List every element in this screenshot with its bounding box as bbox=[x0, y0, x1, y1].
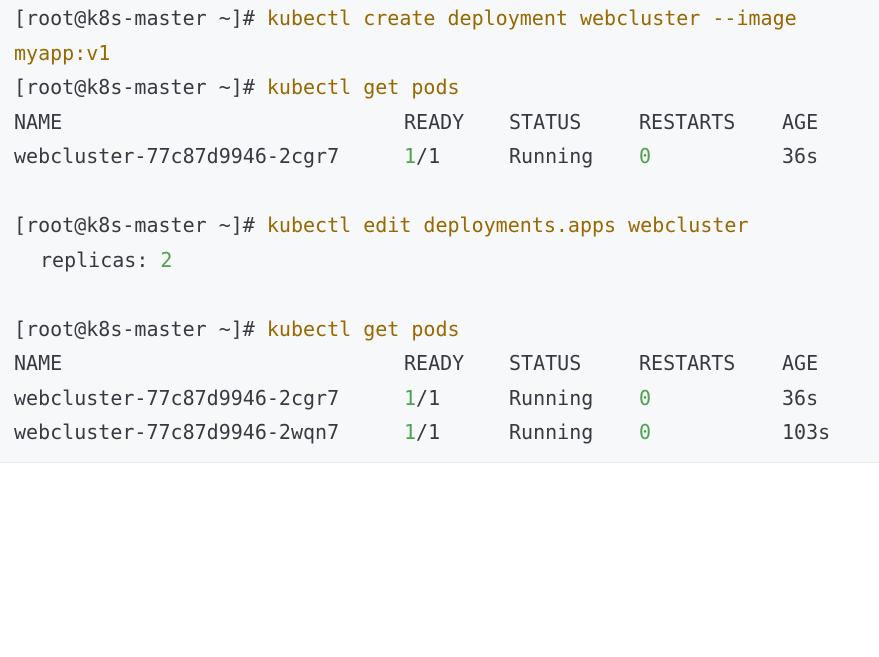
command-line-create: [root@k8s-master ~]# kubectl create depl… bbox=[0, 1, 879, 36]
shell-prompt: [root@k8s-master ~]# bbox=[14, 75, 255, 99]
command-line-get-pods-1: [root@k8s-master ~]# kubectl get pods bbox=[0, 70, 879, 105]
command-edit: kubectl edit deployments.apps webcluster bbox=[266, 213, 749, 237]
shell-prompt: [root@k8s-master ~]# bbox=[14, 6, 255, 30]
header-age: AGE bbox=[782, 351, 819, 375]
header-ready: READY bbox=[404, 109, 465, 134]
header-restarts: RESTARTS bbox=[639, 351, 736, 375]
pod-status: Running bbox=[509, 385, 594, 410]
pod-age: 36s bbox=[782, 144, 819, 168]
pod-restarts: 0 bbox=[639, 420, 652, 444]
pods-table-header: NAME READY STATUS RESTARTS AGE bbox=[0, 346, 879, 381]
header-status: STATUS bbox=[509, 351, 582, 375]
pod-ready: 1/1 bbox=[404, 385, 441, 410]
replicas-line: replicas: 2 bbox=[0, 243, 879, 278]
header-restarts: RESTARTS bbox=[639, 109, 736, 134]
pod-ready: 1/1 bbox=[404, 420, 441, 444]
pod-ready: 1/1 bbox=[404, 144, 441, 168]
pod-restarts: 0 bbox=[639, 144, 652, 168]
header-status: STATUS bbox=[509, 109, 582, 134]
replicas-value: 2 bbox=[160, 247, 173, 272]
table-row: webcluster-77c87d9946-2wqn7 1/1 Running … bbox=[0, 415, 879, 450]
header-name: NAME bbox=[14, 109, 63, 134]
header-name: NAME bbox=[14, 351, 63, 375]
shell-prompt: [root@k8s-master ~]# bbox=[14, 316, 255, 341]
shell-prompt: [root@k8s-master ~]# bbox=[14, 213, 255, 237]
pods-table-header: NAME READY STATUS RESTARTS AGE bbox=[0, 105, 879, 140]
pod-name: webcluster-77c87d9946-2wqn7 bbox=[14, 420, 340, 444]
command-create-image: myapp:v1 bbox=[14, 40, 111, 65]
pod-name: webcluster-77c87d9946-2cgr7 bbox=[14, 385, 340, 410]
table-row: webcluster-77c87d9946-2cgr7 1/1 Running … bbox=[0, 381, 879, 416]
pod-name: webcluster-77c87d9946-2cgr7 bbox=[14, 144, 340, 168]
terminal-output[interactable]: [root@k8s-master ~]# kubectl create depl… bbox=[0, 0, 879, 463]
header-age: AGE bbox=[782, 109, 819, 134]
command-line-create-continued: myapp:v1 bbox=[0, 36, 879, 71]
header-ready: READY bbox=[404, 351, 465, 375]
command-line-edit: [root@k8s-master ~]# kubectl edit deploy… bbox=[0, 208, 879, 243]
pod-status: Running bbox=[509, 420, 594, 444]
command-create: kubectl create deployment webcluster --i… bbox=[266, 6, 797, 30]
pod-age: 103s bbox=[782, 420, 831, 444]
pod-age: 36s bbox=[782, 385, 819, 410]
pod-status: Running bbox=[509, 144, 594, 168]
replicas-label: replicas: bbox=[40, 247, 149, 272]
table-row: webcluster-77c87d9946-2cgr7 1/1 Running … bbox=[0, 139, 879, 174]
pod-restarts: 0 bbox=[639, 385, 652, 410]
command-get-pods: kubectl get pods bbox=[266, 75, 460, 99]
command-line-get-pods-2: [root@k8s-master ~]# kubectl get pods bbox=[0, 312, 879, 347]
command-get-pods: kubectl get pods bbox=[266, 316, 460, 341]
